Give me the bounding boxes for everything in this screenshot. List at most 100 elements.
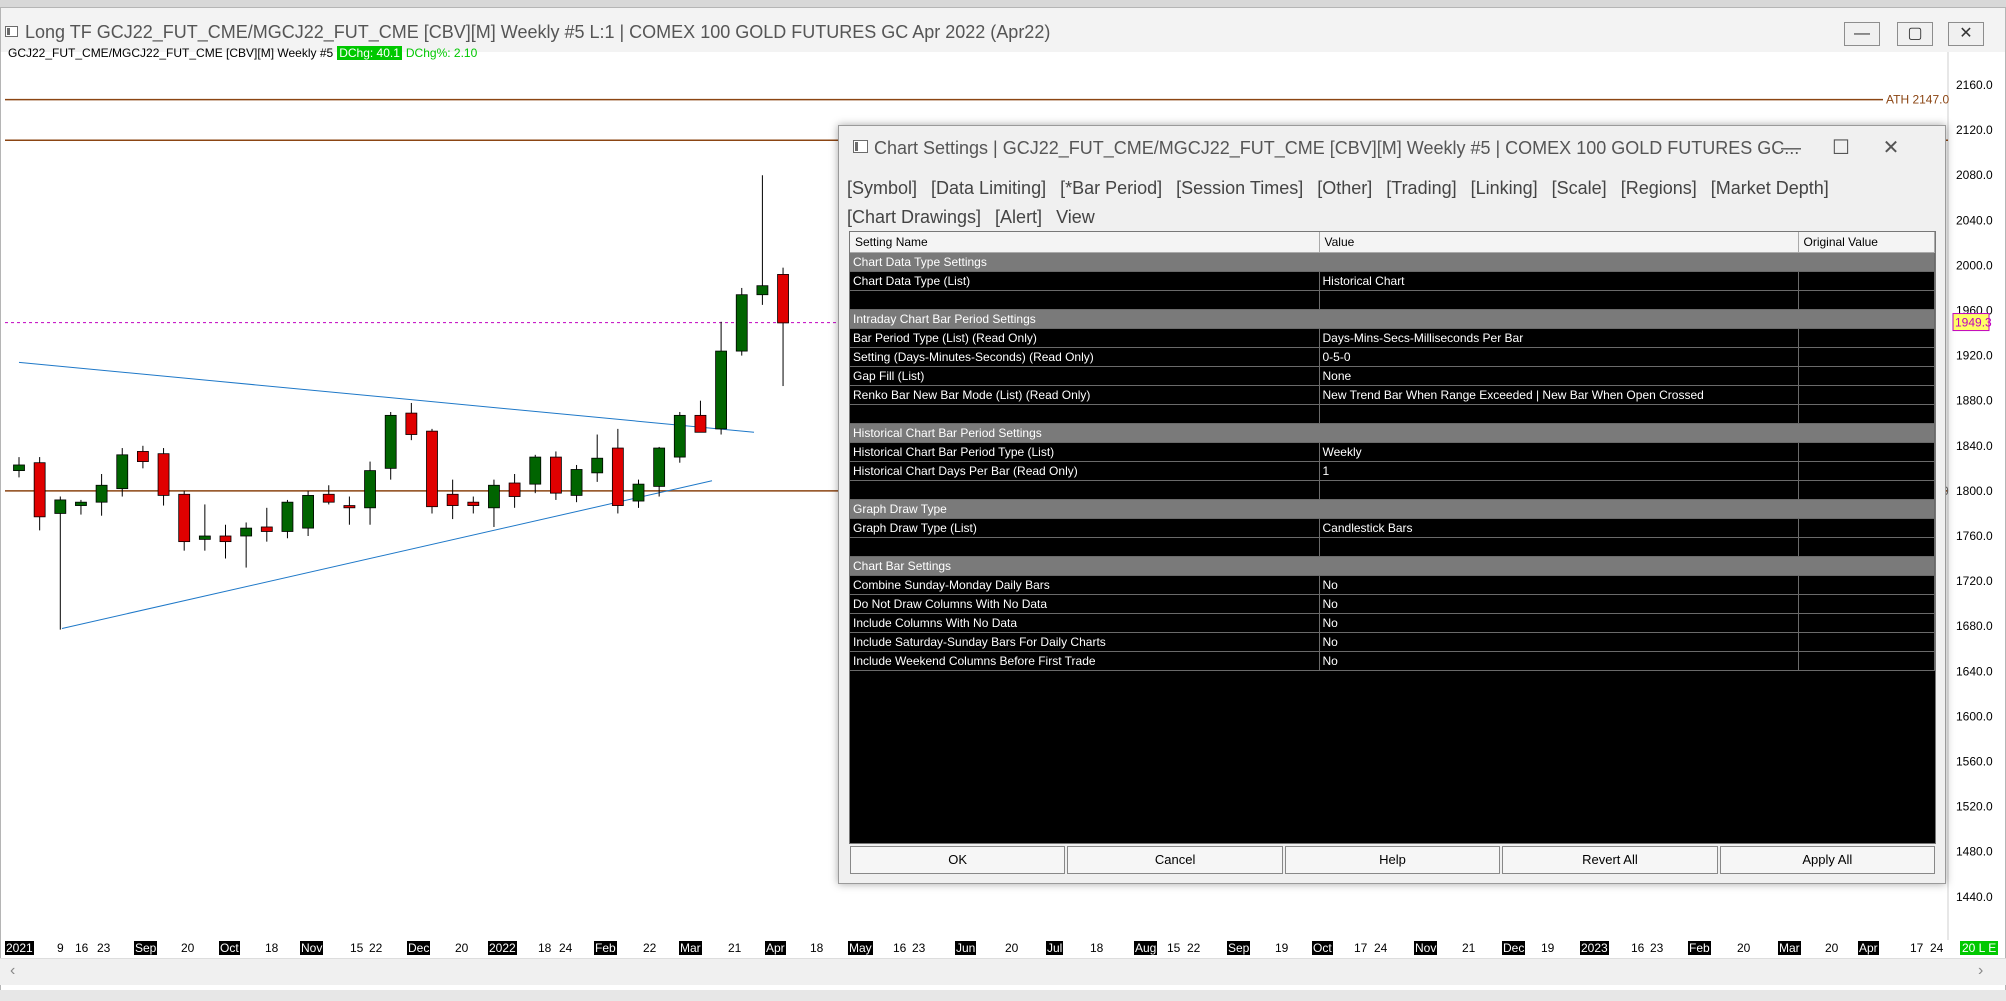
time-tick-label: 22 <box>643 941 657 955</box>
time-tick-label: 19 <box>1275 941 1289 955</box>
apply-all-button[interactable]: Apply All <box>1719 846 1936 874</box>
tab-linking[interactable]: [Linking] <box>1471 178 1538 198</box>
column-header-value[interactable]: Value <box>1319 232 1799 253</box>
column-header-setting-name[interactable]: Setting Name <box>850 232 1320 253</box>
settings-row[interactable]: Include Columns With No Data No <box>850 613 1935 633</box>
section-title: Graph Draw Type <box>850 499 1935 519</box>
settings-row[interactable]: Chart Data Type (List) Historical Chart <box>850 271 1935 291</box>
tab-trading[interactable]: [Trading] <box>1386 178 1456 198</box>
dialog-maximize-button[interactable]: ☐ <box>1821 134 1861 162</box>
settings-row[interactable]: Gap Fill (List) None <box>850 366 1935 386</box>
tab-bar-period[interactable]: [*Bar Period] <box>1060 178 1162 198</box>
tab-alert[interactable]: [Alert] <box>995 207 1042 227</box>
settings-row[interactable]: Include Saturday-Sunday Bars For Daily C… <box>850 632 1935 652</box>
original-value-cell <box>1798 518 1935 538</box>
settings-row[interactable]: Historical Chart Days Per Bar (Read Only… <box>850 461 1935 481</box>
cancel-button[interactable]: Cancel <box>1067 846 1283 874</box>
price-tick-label: 2080.0 <box>1956 168 1993 182</box>
price-tick-label: 1760.0 <box>1956 529 1993 543</box>
candle-body <box>467 501 480 506</box>
candle-body <box>756 285 769 296</box>
tab-scale[interactable]: [Scale] <box>1552 178 1607 198</box>
help-button[interactable]: Help <box>1284 846 1501 874</box>
time-tick-label: 15 <box>1167 941 1181 955</box>
minimize-button[interactable]: — <box>1844 22 1880 46</box>
time-tick-label: Nov <box>300 941 324 955</box>
setting-value-cell[interactable]: No <box>1319 575 1799 595</box>
price-tick-label: 2120.0 <box>1956 123 1993 137</box>
tab-session-times[interactable]: [Session Times] <box>1176 178 1303 198</box>
tab-data-limiting[interactable]: [Data Limiting] <box>931 178 1046 198</box>
settings-section-header: Graph Draw Type <box>850 499 1935 519</box>
revert-all-button[interactable]: Revert All <box>1502 846 1718 874</box>
scroll-left-icon[interactable]: ‹ <box>10 962 15 980</box>
dialog-close-button[interactable]: ✕ <box>1871 134 1911 162</box>
setting-value-cell[interactable]: No <box>1319 632 1799 652</box>
candle-body <box>33 462 46 518</box>
time-tick-label: Mar <box>1778 941 1801 955</box>
maximize-button[interactable]: ▢ <box>1897 22 1933 46</box>
setting-value-cell[interactable]: Candlestick Bars <box>1319 518 1799 538</box>
time-tick-label: 2021 <box>5 941 34 955</box>
column-header-original-value[interactable]: Original Value <box>1798 232 1935 253</box>
setting-value-cell[interactable]: 1 <box>1319 461 1799 481</box>
close-button[interactable]: ✕ <box>1948 22 1984 46</box>
time-tick-label: 18 <box>265 941 279 955</box>
ok-button[interactable]: OK <box>850 846 1066 874</box>
settings-row[interactable]: Bar Period Type (List) (Read Only) Days-M… <box>850 328 1935 348</box>
horizontal-scrollbar[interactable]: ‹ › <box>0 958 2006 985</box>
setting-value-cell[interactable]: No <box>1319 651 1799 671</box>
settings-row[interactable]: Setting (Days-Minutes-Seconds) (Read Onl… <box>850 347 1935 367</box>
setting-value-cell[interactable]: Historical Chart <box>1319 271 1799 291</box>
time-tick-label: 2023 <box>1580 941 1609 955</box>
tab-market-depth[interactable]: [Market Depth] <box>1711 178 1829 198</box>
candle-body <box>95 484 108 503</box>
original-value-cell <box>1798 632 1935 652</box>
tab-symbol[interactable]: [Symbol] <box>847 178 917 198</box>
section-title: Chart Bar Settings <box>850 556 1935 576</box>
setting-name-cell: Historical Chart Bar Period Type (List) <box>850 442 1320 462</box>
spacer-cell <box>1319 290 1799 310</box>
candle-body <box>529 456 542 485</box>
time-tick-label: Feb <box>594 941 617 955</box>
settings-grid: Setting Name Value Original Value Chart … <box>849 231 1936 844</box>
dialog-minimize-button[interactable]: — <box>1771 134 1811 162</box>
setting-value-cell[interactable]: No <box>1319 594 1799 614</box>
settings-spacer-row <box>850 537 1935 557</box>
settings-row[interactable]: Graph Draw Type (List) Candlestick Bars <box>850 518 1935 538</box>
settings-section-header: Chart Data Type Settings <box>850 252 1935 272</box>
price-tick-label: 2160.0 <box>1956 78 1993 92</box>
setting-value-cell[interactable]: New Trend Bar When Range Exceeded | New … <box>1319 385 1799 405</box>
setting-value-cell[interactable]: Days-Mins-Secs-Milliseconds Per Bar <box>1319 328 1799 348</box>
settings-row[interactable]: Do Not Draw Columns With No Data No <box>850 594 1935 614</box>
scroll-right-icon[interactable]: › <box>1978 962 1983 980</box>
tab-other[interactable]: [Other] <box>1317 178 1372 198</box>
candle-body <box>508 482 521 497</box>
time-tick-label: 18 <box>538 941 552 955</box>
settings-row[interactable]: Combine Sunday-Monday Daily Bars No <box>850 575 1935 595</box>
candle-body <box>198 535 211 540</box>
settings-row[interactable]: Renko Bar New Bar Mode (List) (Read Only… <box>850 385 1935 405</box>
setting-name-cell: Include Saturday-Sunday Bars For Daily C… <box>850 632 1320 652</box>
tab-view[interactable]: View <box>1056 207 1095 227</box>
settings-row[interactable]: Include Weekend Columns Before First Tra… <box>850 651 1935 671</box>
tab-chart-drawings[interactable]: [Chart Drawings] <box>847 207 981 227</box>
window-icon <box>5 26 18 37</box>
spacer-cell <box>1798 290 1935 310</box>
price-tick-label: 2000.0 <box>1956 258 1993 272</box>
price-tick-label: 1480.0 <box>1956 845 1993 859</box>
dialog-titlebar[interactable]: Chart Settings | GCJ22_FUT_CME/MGCJ22_FU… <box>839 126 1945 170</box>
original-value-cell <box>1798 347 1935 367</box>
settings-row[interactable]: Historical Chart Bar Period Type (List) W… <box>850 442 1935 462</box>
original-value-cell <box>1798 594 1935 614</box>
tab-regions[interactable]: [Regions] <box>1621 178 1697 198</box>
setting-value-cell[interactable]: No <box>1319 613 1799 633</box>
setting-value-cell[interactable]: Weekly <box>1319 442 1799 462</box>
time-tick-label: 24 <box>1930 941 1944 955</box>
original-value-cell <box>1798 366 1935 386</box>
setting-value-cell[interactable]: None <box>1319 366 1799 386</box>
spacer-cell <box>1319 537 1799 557</box>
settings-section-header: Chart Bar Settings <box>850 556 1935 576</box>
setting-value-cell[interactable]: 0-5-0 <box>1319 347 1799 367</box>
price-tick-label: 1640.0 <box>1956 664 1993 678</box>
